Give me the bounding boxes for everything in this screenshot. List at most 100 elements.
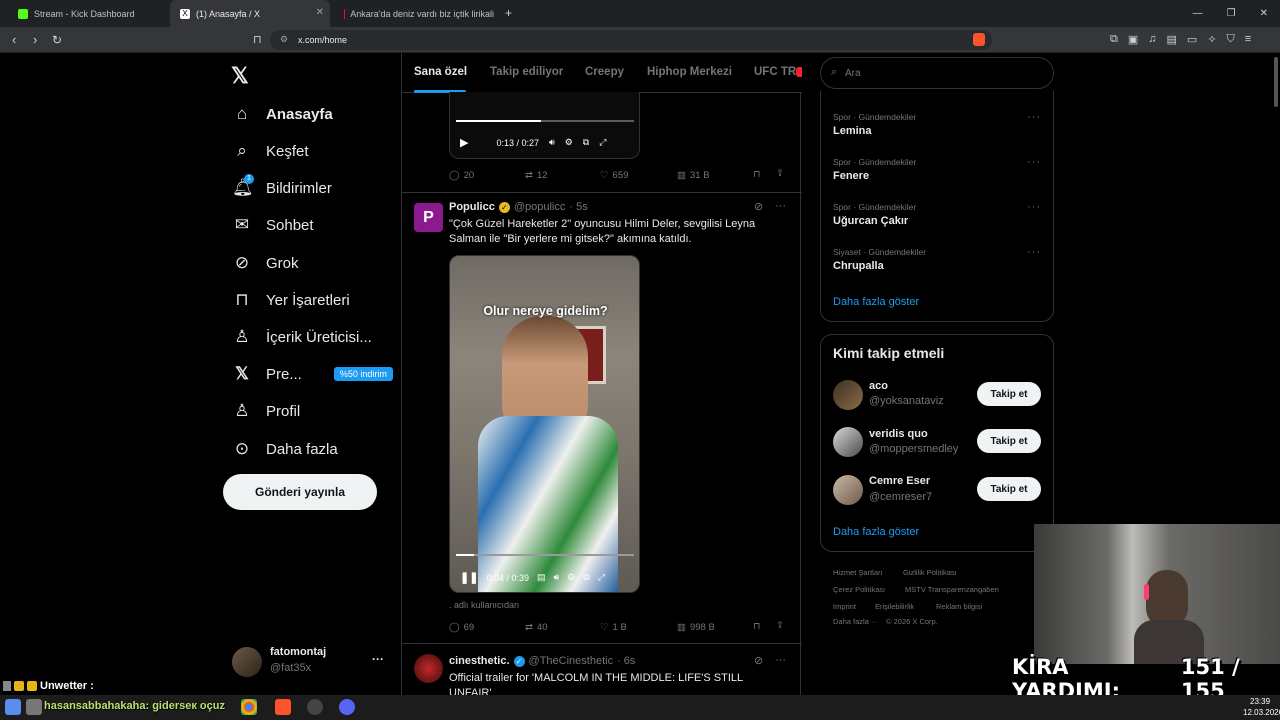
views-button[interactable]: ▥ 31 B: [677, 170, 710, 181]
fullscreen-icon[interactable]: ⤢: [599, 137, 606, 148]
tab-youtube[interactable]: Ankara'da deniz vardı biz içtik lirikali: [334, 0, 494, 27]
tab-ufc[interactable]: UFC TR: [754, 66, 796, 78]
footer-link[interactable]: Erişilebilirlik: [875, 602, 914, 611]
task-view-icon[interactable]: [26, 699, 42, 715]
like-button[interactable]: ♡ 659: [600, 170, 628, 181]
share-icon[interactable]: ⇪: [776, 620, 784, 631]
follow-button[interactable]: Takip et: [977, 477, 1041, 501]
chrome-icon[interactable]: [241, 699, 257, 715]
brave-shields-icon[interactable]: [973, 33, 985, 46]
bookmark-tweet-icon[interactable]: ⊓: [753, 169, 760, 180]
avatar[interactable]: [833, 475, 863, 505]
extensions-icon[interactable]: ⧉: [1110, 33, 1118, 46]
maximize-icon[interactable]: ❐: [1227, 8, 1236, 19]
pip-icon[interactable]: ⧉: [583, 572, 589, 583]
page-scrollbar[interactable]: [1274, 57, 1278, 107]
footer-link[interactable]: Reklam bilgisi: [936, 602, 982, 611]
bookmark-page-icon[interactable]: ⊓: [253, 32, 262, 48]
fullscreen-icon[interactable]: ⤢: [598, 572, 605, 583]
trend-more-icon[interactable]: ···: [1027, 246, 1041, 258]
nav-item-creator[interactable]: ♙ İçerik Üreticisi...: [232, 325, 371, 349]
trend-more-icon[interactable]: ···: [1027, 201, 1041, 213]
address-bar[interactable]: ⚙ x.com/home: [270, 30, 992, 50]
close-window-icon[interactable]: ✕: [1260, 8, 1268, 19]
nav-item-grok[interactable]: ⊘ Grok: [232, 251, 299, 275]
like-button[interactable]: ♡ 1 B: [600, 622, 627, 633]
close-tab-icon[interactable]: ✕: [316, 7, 324, 18]
search-input[interactable]: ⌕ Ara: [820, 57, 1054, 89]
leo-icon[interactable]: ✧: [1207, 33, 1216, 46]
grok-tweet-icon[interactable]: ⊘: [754, 200, 763, 213]
nav-item-notifications[interactable]: 🔔︎ 1 Bildirimler: [232, 174, 332, 200]
author-handle[interactable]: @populicc: [514, 201, 566, 213]
x-logo[interactable]: 𝕏: [231, 63, 249, 89]
populicc-avatar[interactable]: P: [414, 203, 443, 232]
video-progress-track[interactable]: [456, 554, 634, 556]
trend-name[interactable]: Lemina: [833, 125, 872, 137]
back-icon[interactable]: ‹: [12, 32, 16, 48]
author-name[interactable]: cinesthetic.: [449, 655, 510, 667]
site-info-icon[interactable]: ⚙: [280, 34, 288, 45]
brave-icon[interactable]: [275, 699, 291, 715]
grok-tweet-icon[interactable]: ⊘: [754, 654, 763, 667]
menu-icon[interactable]: ≡: [1245, 33, 1251, 46]
tweet2-video[interactable]: Olur nereye gidelim? ❚❚ 0:04 / 0:39 ▤ 🔊︎…: [449, 255, 640, 593]
play-icon[interactable]: ▶: [460, 136, 468, 149]
footer-link[interactable]: Çerez Politikası: [833, 585, 885, 594]
sidebar-icon[interactable]: ▤: [1167, 33, 1177, 46]
nav-item-profile[interactable]: ♙ Profil: [232, 399, 300, 423]
tab-following[interactable]: Takip ediliyor: [490, 66, 563, 78]
volume-icon[interactable]: 🔊︎: [554, 572, 560, 583]
settings-icon[interactable]: ⚙: [565, 137, 573, 148]
nav-item-premium[interactable]: 𝕏 Pre... %50 indirim: [232, 362, 393, 386]
reload-icon[interactable]: ↻: [52, 32, 62, 48]
pause-icon[interactable]: ❚❚: [460, 571, 478, 584]
start-icon[interactable]: [5, 699, 21, 715]
tab-creepy[interactable]: Creepy: [585, 66, 624, 78]
nav-item-explore[interactable]: ⌕ Keşfet: [232, 139, 308, 163]
reply-button[interactable]: ◯ 69: [449, 622, 474, 633]
pip-icon[interactable]: ⧉: [583, 137, 589, 148]
nav-item-bookmarks[interactable]: ⊓ Yer İşaretleri: [232, 288, 349, 312]
vpn-icon[interactable]: ⛉: [1227, 33, 1235, 46]
trend-more-icon[interactable]: ···: [1027, 156, 1041, 168]
bookmark-tweet-icon[interactable]: ⊓: [753, 621, 760, 632]
discord-icon[interactable]: [339, 699, 355, 715]
music-icon[interactable]: ♫: [1148, 33, 1156, 46]
obs-icon[interactable]: [307, 699, 323, 715]
follow-button[interactable]: Takip et: [977, 429, 1041, 453]
views-button[interactable]: ▥ 998 B: [677, 622, 715, 633]
video-attribution[interactable]: . adlı kullanıcıdan: [449, 600, 519, 610]
tab-for-you[interactable]: Sana özel: [414, 66, 467, 78]
tweet1-video[interactable]: ▶ 0:13 / 0:27 🔊︎ ⚙ ⧉ ⤢: [449, 92, 640, 159]
account-menu-icon[interactable]: ···: [372, 652, 384, 666]
avatar[interactable]: [833, 380, 863, 410]
trend-name[interactable]: Fenere: [833, 170, 869, 182]
tweet-more-icon[interactable]: ···: [775, 654, 786, 666]
trend-more-icon[interactable]: ···: [1027, 111, 1041, 123]
avatar[interactable]: [833, 427, 863, 457]
footer-link[interactable]: Gizlilik Politikası: [903, 568, 957, 577]
volume-icon[interactable]: 🔊︎: [549, 137, 555, 148]
new-tab-button[interactable]: +: [505, 6, 512, 20]
reply-button[interactable]: ◯ 20: [449, 170, 474, 181]
tab-search-icon[interactable]: ▣: [1128, 33, 1138, 46]
retweet-button[interactable]: ⇄ 40: [525, 622, 548, 633]
footer-link[interactable]: Daha fazla ···: [833, 617, 878, 626]
author-handle[interactable]: @TheCinesthetic: [529, 655, 614, 667]
author-name[interactable]: Populicc: [449, 201, 495, 213]
forward-icon[interactable]: ›: [33, 32, 37, 48]
tweet-time[interactable]: · 5s: [569, 201, 587, 213]
follow-name[interactable]: veridis quo: [869, 428, 928, 440]
follow-show-more[interactable]: Daha fazla göster: [833, 526, 919, 538]
tab-x-home[interactable]: X (1) Anasayfa / X ✕: [170, 0, 330, 27]
cinesthetic-avatar[interactable]: [414, 654, 443, 683]
settings-icon[interactable]: ⚙: [567, 572, 575, 583]
trend-name[interactable]: Chrupalla: [833, 260, 884, 272]
nav-item-messages[interactable]: ✉ Sohbet: [232, 213, 314, 237]
retweet-button[interactable]: ⇄ 12: [525, 170, 548, 181]
nav-item-more[interactable]: ⊙ Daha fazla: [232, 437, 338, 461]
nav-item-home[interactable]: ⌂ Anasayfa: [232, 102, 333, 126]
tab-hiphop[interactable]: Hiphop Merkezi: [647, 66, 732, 78]
follow-name[interactable]: Cemre Eser: [869, 475, 930, 487]
